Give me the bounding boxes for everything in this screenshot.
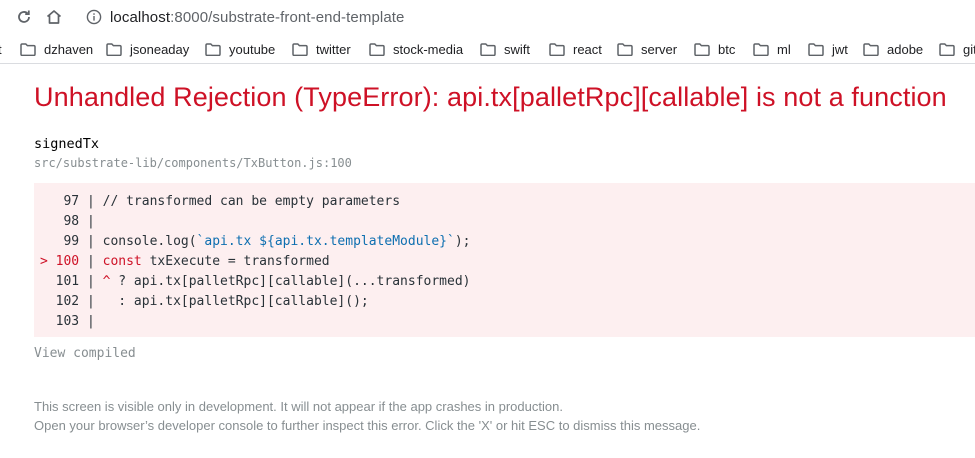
code-line: 97 | // transformed can be empty paramet… bbox=[34, 192, 975, 212]
bookmark-item[interactable]: youtube bbox=[205, 40, 275, 58]
folder-icon bbox=[808, 42, 824, 56]
code-line-highlighted: > 100 | const txExecute = transformed bbox=[34, 252, 975, 272]
url-text[interactable]: localhost:8000/substrate-front-end-templ… bbox=[110, 9, 404, 26]
folder-icon bbox=[939, 42, 955, 56]
dev-notice-line-1: This screen is visible only in developme… bbox=[34, 399, 563, 414]
bookmark-label: t bbox=[0, 42, 2, 57]
keyword: const bbox=[102, 254, 142, 269]
folder-icon bbox=[753, 42, 769, 56]
bookmark-label: server bbox=[641, 41, 678, 57]
folder-icon bbox=[549, 42, 565, 56]
folder-icon bbox=[694, 42, 710, 56]
line-code: console.log( bbox=[102, 234, 197, 249]
bookmark-item[interactable]: stock-media bbox=[369, 40, 463, 58]
bookmark-label: git bbox=[963, 41, 975, 57]
bookmark-item[interactable]: t bbox=[0, 40, 2, 58]
home-icon[interactable] bbox=[42, 5, 66, 29]
line-gutter: 98 | bbox=[40, 214, 95, 229]
bookmark-item[interactable]: ml bbox=[753, 40, 791, 58]
stack-frame-function: signedTx bbox=[34, 136, 100, 152]
folder-icon bbox=[106, 42, 122, 56]
code-line: 102 | : api.tx[palletRpc][callable](); bbox=[34, 292, 975, 312]
bookmark-item[interactable]: swift bbox=[480, 40, 530, 58]
bookmark-item[interactable]: react bbox=[549, 40, 602, 58]
error-line-marker: > 100 bbox=[40, 254, 80, 269]
bookmark-item[interactable]: git bbox=[939, 40, 975, 58]
address-bar[interactable]: localhost:8000/substrate-front-end-templ… bbox=[78, 3, 975, 31]
bookmark-label: youtube bbox=[229, 41, 276, 57]
url-host: localhost bbox=[110, 8, 171, 26]
code-line: 103 | bbox=[34, 312, 975, 332]
line-gutter: 101 | bbox=[40, 274, 103, 289]
dev-notice-line-2: Open your browser’s developer console to… bbox=[34, 418, 701, 433]
code-line: 101 | ^ ? api.tx[palletRpc][callable](..… bbox=[34, 272, 975, 292]
bookmark-label: twitter bbox=[316, 41, 351, 57]
line-code: // transformed can be empty parameters bbox=[102, 194, 401, 209]
bookmarks-bar: t dzhaven jsoneaday youtube twitter stoc… bbox=[0, 34, 975, 64]
folder-icon bbox=[863, 42, 879, 56]
info-icon[interactable] bbox=[86, 9, 102, 25]
browser-toolbar: localhost:8000/substrate-front-end-templ… bbox=[0, 0, 975, 34]
code-snippet: 97 | // transformed can be empty paramet… bbox=[34, 183, 975, 337]
line-code: : api.tx[palletRpc][callable](); bbox=[102, 294, 369, 309]
line-code: ? api.tx[palletRpc][callable](...transfo… bbox=[110, 274, 471, 289]
stack-frame-file[interactable]: src/substrate-lib/components/TxButton.js… bbox=[34, 156, 352, 170]
line-gutter: 102 | bbox=[40, 294, 103, 309]
folder-icon bbox=[480, 42, 496, 56]
folder-icon bbox=[292, 42, 308, 56]
dev-notice: This screen is visible only in developme… bbox=[34, 397, 700, 435]
reload-icon[interactable] bbox=[12, 5, 36, 29]
error-title: Unhandled Rejection (TypeError): api.tx[… bbox=[34, 82, 947, 112]
bookmark-label: swift bbox=[504, 41, 530, 57]
bookmark-item[interactable]: server bbox=[617, 40, 677, 58]
folder-icon bbox=[369, 42, 385, 56]
line-gutter: 99 | bbox=[40, 234, 103, 249]
bookmark-label: adobe bbox=[887, 41, 924, 57]
folder-icon bbox=[20, 42, 36, 56]
bookmark-label: jsoneaday bbox=[130, 41, 190, 57]
code-line: 98 | bbox=[34, 212, 975, 232]
template-string: `api.tx ${api.tx.templateModule}` bbox=[196, 234, 455, 249]
folder-icon bbox=[205, 42, 221, 56]
bookmark-label: dzhaven bbox=[44, 41, 94, 57]
code-line: 99 | console.log(`api.tx ${api.tx.templa… bbox=[34, 232, 975, 252]
bookmark-item[interactable]: btc bbox=[694, 40, 735, 58]
line-gutter: | bbox=[79, 254, 103, 269]
bookmark-label: jwt bbox=[832, 41, 848, 57]
line-code: ); bbox=[454, 234, 471, 249]
bookmark-label: ml bbox=[777, 41, 791, 57]
url-path: :8000/substrate-front-end-template bbox=[170, 8, 405, 26]
bookmark-label: react bbox=[573, 41, 602, 57]
bookmark-item[interactable]: adobe bbox=[863, 40, 923, 58]
view-compiled-link[interactable]: View compiled bbox=[34, 346, 136, 361]
folder-icon bbox=[617, 42, 633, 56]
bookmark-label: btc bbox=[718, 41, 736, 57]
bookmark-item[interactable]: twitter bbox=[292, 40, 351, 58]
bookmark-item[interactable]: jsoneaday bbox=[106, 40, 189, 58]
line-gutter: 97 | bbox=[40, 194, 103, 209]
line-gutter: 103 | bbox=[40, 314, 95, 329]
bookmark-item[interactable]: jwt bbox=[808, 40, 848, 58]
bookmark-item[interactable]: dzhaven bbox=[20, 40, 93, 58]
line-code: txExecute = transformed bbox=[141, 254, 330, 269]
bookmark-label: stock-media bbox=[393, 41, 464, 57]
